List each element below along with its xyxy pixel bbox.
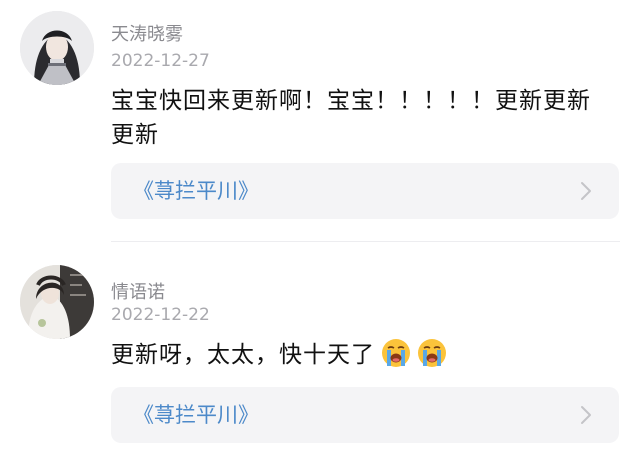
comment-username[interactable]: 天涛晓雾 [111, 24, 183, 46]
avatar-dark-hair-icon [20, 11, 94, 85]
avatar[interactable] [20, 11, 94, 85]
comment-text: 更新呀，太太，快十天了 [111, 338, 611, 372]
book-link-card[interactable]: 《荨拦平川》 [111, 163, 619, 219]
loudly-crying-face-emoji [382, 339, 410, 367]
book-link-title: 《荨拦平川》 [133, 179, 259, 203]
comment-feed: 天涛晓雾 2022-12-27 宝宝快回来更新啊！宝宝！！！！！更新更新更新 《… [0, 0, 640, 452]
comment-date: 2022-12-27 [111, 51, 210, 71]
book-link-title: 《荨拦平川》 [133, 403, 259, 427]
comment-date: 2022-12-22 [111, 305, 210, 325]
comment-item: 情语诺 2022-12-22 更新呀，太太，快十天了 《荨拦平川》 [0, 241, 640, 452]
comment-text: 宝宝快回来更新啊！宝宝！！！！！更新更新更新 [111, 88, 591, 148]
loudly-crying-face-emoji [418, 339, 446, 367]
chevron-right-icon [581, 182, 591, 200]
avatar-ancient-style-icon [20, 265, 94, 339]
avatar[interactable] [20, 265, 94, 339]
comment-text-body: 更新呀，太太，快十天了 [111, 342, 375, 368]
comment-item: 天涛晓雾 2022-12-27 宝宝快回来更新啊！宝宝！！！！！更新更新更新 《… [0, 0, 640, 232]
chevron-right-icon [581, 406, 591, 424]
book-link-card[interactable]: 《荨拦平川》 [111, 387, 619, 443]
comment-username[interactable]: 情语诺 [111, 282, 165, 304]
